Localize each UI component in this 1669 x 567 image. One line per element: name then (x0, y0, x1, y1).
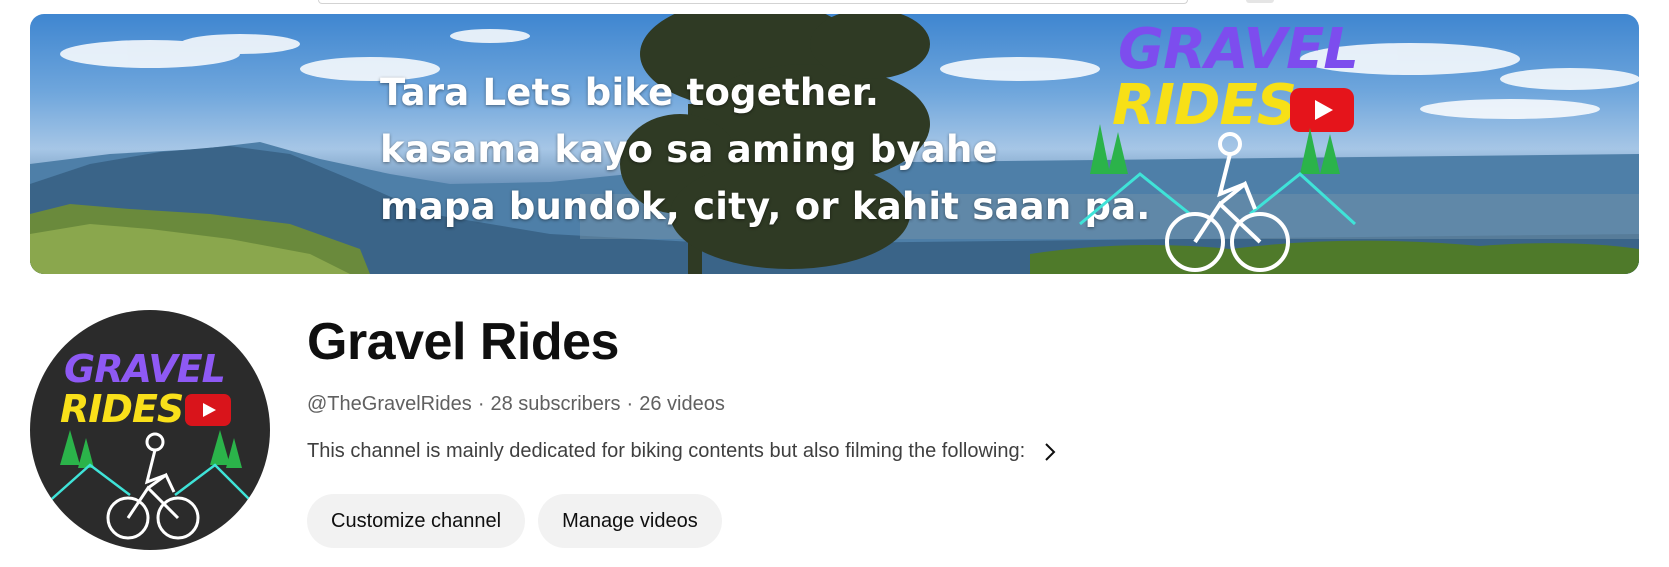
channel-description[interactable]: This channel is mainly dedicated for bik… (307, 440, 1057, 463)
meta-separator: · (626, 393, 634, 415)
cyclist-illustration-icon (1079, 124, 1357, 272)
chevron-right-icon[interactable] (1043, 441, 1057, 463)
header-button-edge (1246, 0, 1274, 3)
customize-channel-label: Customize channel (331, 509, 502, 532)
channel-name: Gravel Rides (307, 313, 619, 371)
channel-banner: Tara Lets bike together. kasama kayo sa … (30, 14, 1639, 274)
search-bar-edge (318, 0, 1188, 4)
manage-videos-button[interactable]: Manage videos (538, 494, 722, 548)
avatar-logo-line-1: GRAVEL (64, 347, 226, 391)
channel-actions: Customize channel Manage videos (307, 494, 722, 548)
channel-meta: @TheGravelRides · 28 subscribers · 26 videos (307, 393, 725, 416)
channel-handle: @TheGravelRides (307, 393, 472, 415)
channel-avatar[interactable]: GRAVEL RIDES (30, 310, 270, 550)
video-count[interactable]: 26 videos (639, 393, 725, 415)
manage-videos-label: Manage videos (562, 509, 698, 532)
banner-logo-line-1: GRAVEL (1118, 17, 1359, 82)
customize-channel-button[interactable]: Customize channel (307, 494, 526, 548)
subscriber-count: 28 subscribers (490, 393, 621, 415)
channel-description-text: This channel is mainly dedicated for bik… (307, 440, 1026, 462)
banner-line-1: Tara Lets bike together. (380, 71, 880, 114)
meta-separator: · (477, 393, 485, 415)
banner-line-2: kasama kayo sa aming byahe (380, 128, 998, 171)
banner-logo: GRAVEL RIDES (1070, 18, 1360, 274)
banner-tagline: Tara Lets bike together. kasama kayo sa … (380, 64, 1151, 235)
cyclist-illustration-icon (44, 430, 256, 540)
banner-line-3: mapa bundok, city, or kahit saan pa. (380, 185, 1151, 228)
